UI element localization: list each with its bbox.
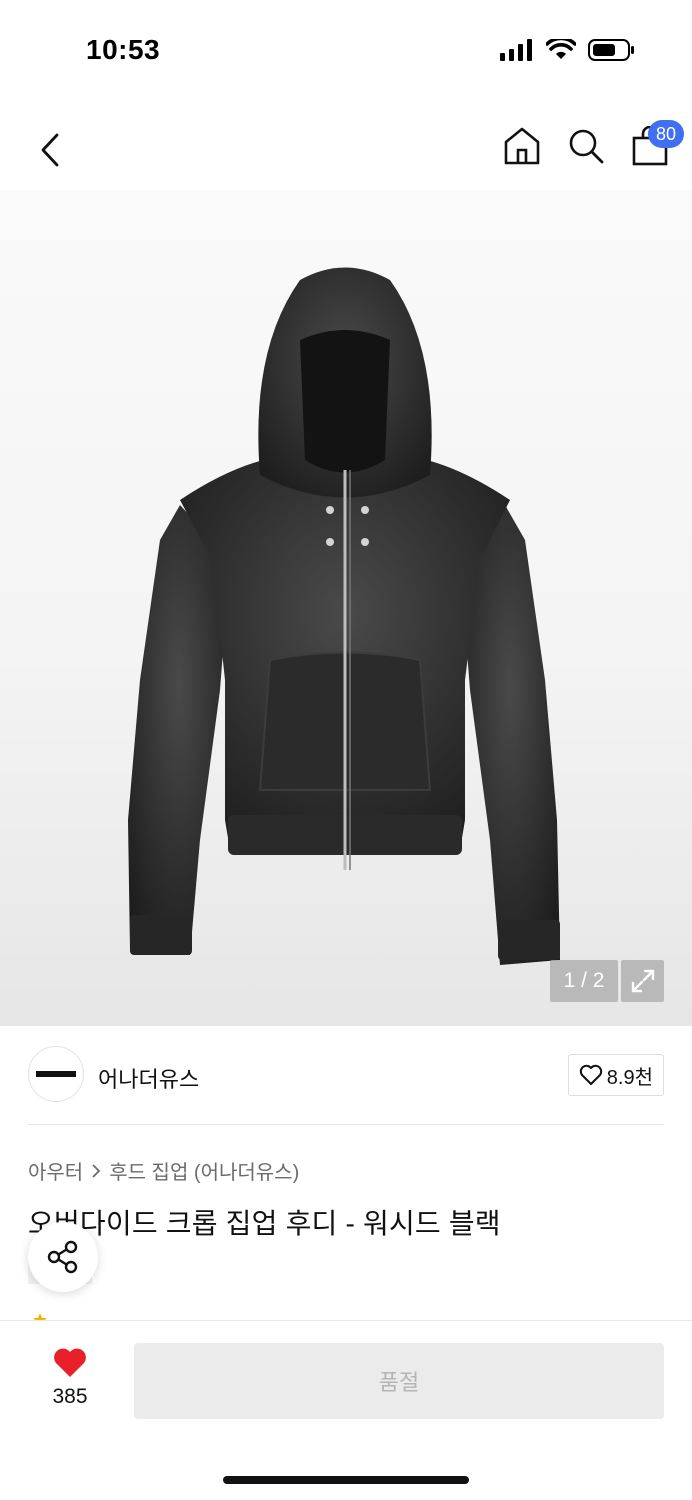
breadcrumb-category[interactable]: 아우터 — [28, 1156, 83, 1185]
signal-icon — [500, 39, 532, 61]
product-image — [128, 267, 560, 965]
sold-out-button[interactable]: 품절 — [134, 1343, 664, 1419]
status-time: 10:53 — [86, 34, 161, 65]
search-icon — [569, 129, 604, 164]
image-counter: 1 / 2 — [550, 960, 618, 1002]
share-icon — [47, 1240, 78, 1274]
brand-logo-mark — [36, 1071, 76, 1077]
divider — [28, 1124, 664, 1125]
brand-like-button[interactable]: 8.9천 — [567, 1054, 664, 1096]
cart-count-badge: 80 — [648, 120, 684, 148]
breadcrumb-subcategory[interactable]: 후드 집업 (어나더유스) — [109, 1156, 299, 1185]
heart-filled-icon — [54, 1348, 86, 1377]
bottom-action-bar: 385 품절 — [0, 1320, 692, 1500]
chevron-right-icon — [92, 1163, 101, 1178]
status-icons — [500, 38, 636, 62]
brand-row: 어나더유스 8.9천 — [28, 1046, 664, 1104]
share-button[interactable] — [28, 1222, 98, 1292]
chevron-left-icon — [41, 133, 59, 167]
brand-name[interactable]: 어나더유스 — [98, 1062, 199, 1094]
back-button[interactable] — [30, 128, 70, 172]
breadcrumb: 아우터 후드 집업 (어나더유스) — [28, 1156, 299, 1185]
top-navigation: 80 — [0, 110, 692, 190]
expand-image-button[interactable] — [621, 960, 664, 1002]
home-icon — [504, 127, 540, 165]
product-like-count: 385 — [52, 1385, 88, 1408]
brand-like-count: 8.9천 — [606, 1066, 653, 1089]
status-bar: 10:53 — [0, 0, 692, 100]
heart-outline-icon — [579, 1064, 602, 1085]
home-indicator — [223, 1476, 469, 1484]
wifi-icon — [546, 39, 576, 59]
product-title: 오버다이드 크롭 집업 후디 - 워시드 블랙 — [28, 1208, 501, 1239]
cart-button[interactable]: 80 — [630, 120, 684, 168]
brand-logo[interactable] — [28, 1046, 84, 1102]
like-product-button[interactable]: 385 — [40, 1347, 100, 1409]
home-button[interactable] — [502, 124, 542, 168]
search-button[interactable] — [566, 124, 606, 168]
nav-actions: 80 — [502, 120, 684, 168]
expand-icon — [631, 969, 654, 993]
product-image-gallery[interactable]: 1 / 2 — [0, 190, 692, 1026]
battery-icon — [588, 39, 634, 61]
